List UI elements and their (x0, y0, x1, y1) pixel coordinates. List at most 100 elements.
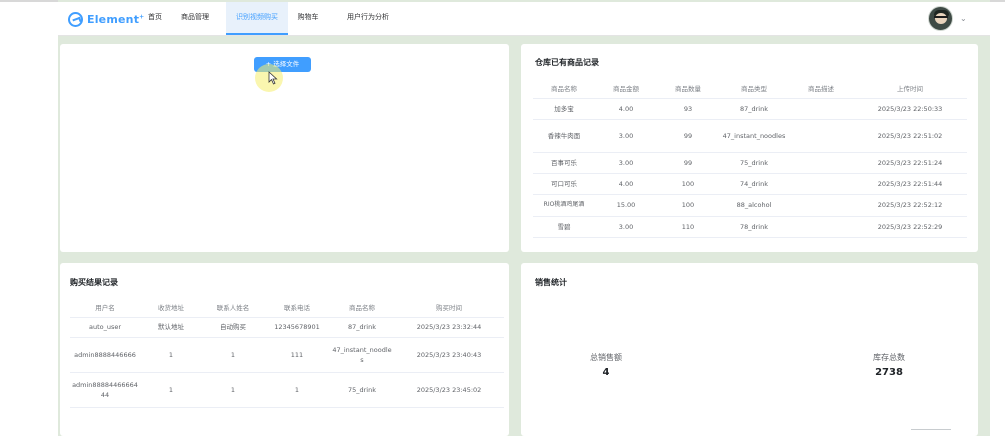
nav-item-product-management[interactable]: 商品管理 (170, 2, 220, 35)
total-sales-label: 总销售额 (590, 353, 622, 362)
cell-product-quantity: 99 (657, 152, 719, 174)
cell-contact-name: 1 (202, 337, 264, 373)
cell-upload-time: 2025/3/23 22:51:02 (853, 119, 967, 153)
cell-product-description (789, 173, 853, 195)
cell-product-description (789, 119, 853, 153)
cell-product-price: 3.00 (595, 152, 657, 174)
table-row[interactable]: RIO桃酒鸡尾酒 15.00 100 88_alcohol 2025/3/23 … (533, 194, 967, 217)
total-stock-value: 2738 (875, 367, 903, 378)
header-product-name: 商品名称 (330, 298, 394, 318)
header-product-type: 商品类型 (719, 79, 789, 99)
user-avatar[interactable] (928, 6, 953, 31)
cell-purchase-time: 2025/3/23 23:45:02 (394, 372, 504, 408)
upload-card: + 选择文件 (60, 44, 509, 252)
cell-product-name: RIO桃酒鸡尾酒 (533, 194, 595, 217)
cell-product-price: 4.00 (595, 173, 657, 195)
cell-upload-time: 2025/3/23 22:52:12 (853, 194, 967, 217)
table-row[interactable]: admin8888446666 1 1 111 47_instant_noodl… (70, 337, 504, 373)
cell-product-description (789, 216, 853, 238)
nav-item-cart[interactable]: 购物车 (290, 2, 326, 35)
nav-item-home[interactable]: 首页 (140, 2, 170, 35)
cell-address: 1 (140, 372, 202, 408)
cell-contact-phone: 12345678901 (264, 317, 330, 338)
cell-contact-name: 自动购买 (202, 317, 264, 338)
cell-address: 1 (140, 337, 202, 373)
cell-product-type: 87_drink (719, 98, 789, 120)
sales-statistics-title: 销售统计 (535, 278, 567, 287)
cell-product-price: 3.00 (595, 119, 657, 153)
cell-product-name: 雪碧 (533, 216, 595, 238)
top-navbar: Element+ 首页 商品管理 识别视频购买 购物车 用户行为分析 ⌄ (58, 2, 990, 36)
purchase-records-card: 购买结果记录 用户名 收货地址 联系人姓名 联系电话 商品名称 购买时间 aut… (60, 263, 509, 436)
logo-text: Element+ (87, 12, 145, 26)
cell-product-type: 88_alcohol (719, 194, 789, 217)
avatar-glasses (934, 16, 948, 19)
header-product-description: 商品描述 (789, 79, 853, 99)
cell-product-name: 75_drink (330, 372, 394, 408)
cell-product-price: 4.00 (595, 98, 657, 120)
cell-product-type: 78_drink (719, 216, 789, 238)
cell-product-type: 47_instant_noodles (719, 119, 789, 153)
table-row[interactable]: 百事可乐 3.00 99 75_drink 2025/3/23 22:51:24 (533, 152, 967, 174)
total-sales-stat: 总销售额 4 (561, 352, 651, 378)
cell-product-name: 可口可乐 (533, 173, 595, 195)
app-root: Element+ 首页 商品管理 识别视频购买 购物车 用户行为分析 ⌄ + 选… (58, 0, 990, 436)
cell-product-description (789, 194, 853, 217)
purchase-table-header: 用户名 收货地址 联系人姓名 联系电话 商品名称 购买时间 (70, 298, 504, 318)
header-product-price: 商品金额 (595, 79, 657, 99)
logo[interactable]: Element+ (68, 11, 144, 27)
purchase-records-title: 购买结果记录 (70, 278, 118, 287)
cell-username: admin8888446666 (70, 337, 140, 373)
header-address: 收货地址 (140, 298, 202, 318)
cell-product-quantity: 93 (657, 98, 719, 120)
sales-statistics-card: 销售统计 总销售额 4 库存总数 2738 (521, 263, 978, 436)
header-upload-time: 上传时间 (853, 79, 967, 99)
inventory-table-header: 商品名称 商品金额 商品数量 商品类型 商品描述 上传时间 (533, 79, 967, 99)
cell-username: auto_user (70, 317, 140, 338)
cell-contact-phone: 111 (264, 337, 330, 373)
cell-product-name: 加多宝 (533, 98, 595, 120)
total-sales-value: 4 (602, 367, 610, 378)
table-row[interactable]: auto_user 默认地址 自动购买 12345678901 87_drink… (70, 317, 504, 338)
cell-product-name: 香辣牛肉面 (533, 119, 595, 153)
cell-product-name: 87_drink (330, 317, 394, 338)
cell-upload-time: 2025/3/23 22:51:44 (853, 173, 967, 195)
total-stock-stat: 库存总数 2738 (844, 352, 934, 378)
chevron-down-icon[interactable]: ⌄ (960, 14, 967, 23)
inventory-title: 仓库已有商品记录 (535, 58, 599, 67)
cell-product-quantity: 100 (657, 194, 719, 217)
cell-product-description (789, 152, 853, 174)
cell-purchase-time: 2025/3/23 23:40:43 (394, 337, 504, 373)
cell-product-type: 74_drink (719, 173, 789, 195)
table-row[interactable]: 香辣牛肉面 3.00 99 47_instant_noodles 2025/3/… (533, 119, 967, 153)
nav-item-user-behavior[interactable]: 用户行为分析 (338, 2, 398, 35)
cell-product-price: 3.00 (595, 216, 657, 238)
cell-product-name: 百事可乐 (533, 152, 595, 174)
mouse-cursor-icon (268, 71, 278, 85)
cell-product-name: 47_instant_noodles (330, 337, 394, 373)
element-logo-icon (68, 11, 83, 27)
table-row[interactable]: 雪碧 3.00 110 78_drink 2025/3/23 22:52:29 (533, 216, 967, 238)
cell-address: 默认地址 (140, 317, 202, 338)
header-product-quantity: 商品数量 (657, 79, 719, 99)
cell-product-price: 15.00 (595, 194, 657, 217)
inventory-table: 商品名称 商品金额 商品数量 商品类型 商品描述 上传时间 加多宝 4.00 9… (533, 79, 967, 238)
cell-product-quantity: 100 (657, 173, 719, 195)
cell-upload-time: 2025/3/23 22:52:29 (853, 216, 967, 238)
header-contact-phone: 联系电话 (264, 298, 330, 318)
header-username: 用户名 (70, 298, 140, 318)
total-stock-label: 库存总数 (873, 353, 905, 362)
cell-contact-name: 1 (202, 372, 264, 408)
table-row[interactable]: admin8888446666444 1 1 1 75_drink 2025/3… (70, 372, 504, 408)
header-purchase-time: 购买时间 (394, 298, 504, 318)
header-contact-name: 联系人姓名 (202, 298, 264, 318)
nav-item-video-purchase[interactable]: 识别视频购买 (226, 2, 288, 35)
table-row[interactable]: 可口可乐 4.00 100 74_drink 2025/3/23 22:51:4… (533, 173, 967, 195)
purchase-records-table: 用户名 收货地址 联系人姓名 联系电话 商品名称 购买时间 auto_user … (70, 298, 504, 408)
header-product-name: 商品名称 (533, 79, 595, 99)
table-row[interactable]: 加多宝 4.00 93 87_drink 2025/3/23 22:50:33 (533, 98, 967, 120)
cell-product-description (789, 98, 853, 120)
cell-product-quantity: 99 (657, 119, 719, 153)
cell-contact-phone: 1 (264, 372, 330, 408)
inventory-card: 仓库已有商品记录 商品名称 商品金额 商品数量 商品类型 商品描述 上传时间 加… (521, 44, 978, 252)
